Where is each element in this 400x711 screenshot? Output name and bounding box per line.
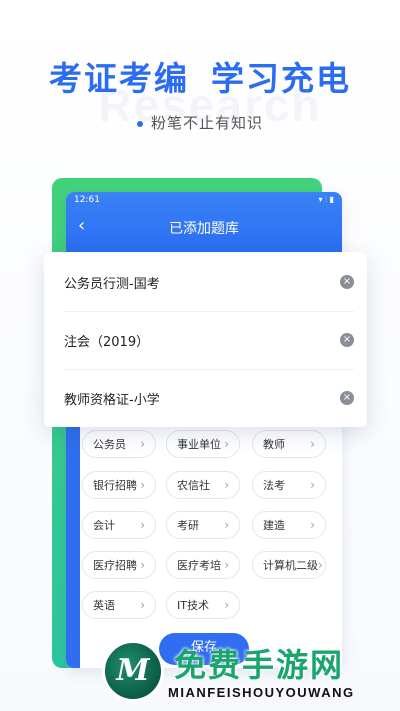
category-chip-it[interactable]: IT技术 ›	[166, 591, 240, 619]
headline-right: 学习充电	[211, 59, 351, 98]
chevron-right-icon: ›	[224, 478, 229, 492]
category-chip-english[interactable]: 英语 ›	[82, 591, 156, 619]
added-bank-label: 公务员行测-国考	[64, 276, 160, 292]
category-chip-construction[interactable]: 建造 ›	[252, 511, 326, 539]
remove-circle-icon[interactable]: ×	[340, 391, 354, 405]
chevron-right-icon: ›	[140, 558, 145, 572]
chevron-right-icon: ›	[224, 598, 229, 612]
category-chip-rural-credit[interactable]: 农信社 ›	[166, 471, 240, 499]
added-bank-row: 注会（2019） ×	[64, 311, 354, 369]
headline: 考证考编 学习充电	[0, 52, 400, 100]
category-chip-accounting[interactable]: 会计 ›	[82, 511, 156, 539]
added-bank-label: 教师资格证-小学	[64, 392, 160, 408]
category-chip-bank[interactable]: 银行招聘 ›	[82, 471, 156, 499]
category-chip-postgrad[interactable]: 考研 ›	[166, 511, 240, 539]
category-chip-medical-recruit[interactable]: 医疗招聘 ›	[82, 551, 156, 579]
subheadline-text: 粉笔不止有知识	[150, 114, 263, 132]
remove-circle-icon[interactable]: ×	[340, 333, 354, 347]
page-title: 已添加题库	[169, 221, 239, 237]
chevron-right-icon: ›	[310, 518, 315, 532]
chevron-right-icon: ›	[140, 478, 145, 492]
bullet-dot-icon	[136, 120, 143, 127]
category-chip-teacher[interactable]: 教师 ›	[252, 430, 326, 458]
brand-logo-icon: M	[102, 640, 164, 702]
status-icons: ▾ ⫶ ▮	[318, 195, 334, 204]
chevron-right-icon: ›	[310, 478, 315, 492]
remove-circle-icon[interactable]: ×	[340, 275, 354, 289]
added-bank-label: 注会（2019）	[64, 334, 150, 350]
chevron-right-icon: ›	[224, 558, 229, 572]
status-time: 12:61	[74, 195, 100, 205]
chevron-right-icon: ›	[310, 437, 315, 451]
brand-name: 免费手游网	[174, 646, 345, 684]
chevron-right-icon: ›	[140, 437, 145, 451]
subheadline: 粉笔不止有知识	[0, 112, 400, 133]
added-bank-row: 公务员行测-国考 ×	[64, 253, 354, 311]
chevron-right-icon: ›	[224, 518, 229, 532]
headline-left: 考证考编	[49, 59, 189, 98]
decorative-blue-strip	[66, 420, 80, 668]
chevron-right-icon: ›	[140, 518, 145, 532]
brand-url-text: MIANFEISHOUYOUWANG	[168, 685, 355, 700]
category-chip-medical-training[interactable]: 医疗考培 ›	[166, 551, 240, 579]
chevron-right-icon: ›	[224, 437, 229, 451]
category-chip-computer-level2[interactable]: 计算机二级 ›	[252, 551, 326, 579]
category-chip-public-institution[interactable]: 事业单位 ›	[166, 430, 240, 458]
chevron-right-icon: ›	[318, 558, 323, 572]
added-banks-card: 公务员行测-国考 × 注会（2019） × 教师资格证-小学 ×	[44, 252, 367, 427]
category-chip-law[interactable]: 法考 ›	[252, 471, 326, 499]
category-chip-civil-servant[interactable]: 公务员 ›	[82, 430, 156, 458]
chevron-right-icon: ›	[140, 598, 145, 612]
added-bank-row: 教师资格证-小学 ×	[64, 369, 354, 427]
app-bar: 12:61 ▾ ⫶ ▮ ‹ 已添加题库	[66, 192, 342, 256]
